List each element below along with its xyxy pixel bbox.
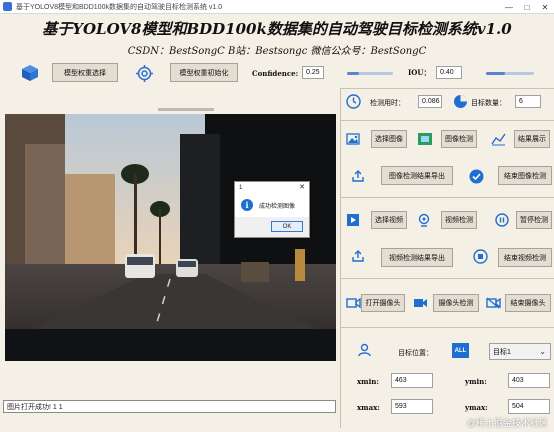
divider [340,197,554,198]
detect-video-button[interactable]: 视频检测 [441,211,477,229]
iou-slider-fill [486,72,506,75]
stop-circle-icon [472,248,488,264]
panel-handle [158,108,214,111]
stop-image-button[interactable]: 结束图像检测 [498,166,552,185]
camera-off-icon [485,295,501,311]
divider [340,120,554,121]
count-value: 6 [515,95,541,108]
xmax-label: xmax: [357,403,380,412]
confidence-spinbox[interactable]: 0.25 [302,66,324,79]
close-window-button[interactable]: ✕ [536,0,554,14]
export-icon [350,168,366,184]
camera-icon [345,295,361,311]
dialog-footer: OK [235,217,309,237]
detect-camera-button[interactable]: 摄像头检测 [433,294,479,312]
window-controls: — □ ✕ [500,0,554,14]
ymin-value: 403 [508,373,550,388]
divider [340,327,554,328]
select-video-button[interactable]: 选择视频 [371,211,407,229]
target-select-value: 目标1 [493,348,511,356]
divider [340,278,554,279]
export-icon [350,248,366,264]
app-icon [3,2,12,11]
time-label: 检测用时： [370,99,405,107]
page-title: 基于YOLOV8模型和BDD100k数据集的自动驾驶目标检测系统v1.0 [42,20,512,38]
select-image-button[interactable]: 选择图像 [371,130,407,148]
dialog-ok-button[interactable]: OK [271,221,303,232]
iou-label: IOU： [408,68,431,77]
confidence-label: Confidence: [252,69,299,78]
iou-slider[interactable] [486,72,534,75]
webcam-icon [416,212,432,228]
dialog-close-button[interactable]: ✕ [299,183,305,191]
model-select-button[interactable]: 模型权重选择 [52,63,118,82]
pause-detect-button[interactable]: 暂停检测 [516,211,552,229]
message-dialog: 1 ✕ i 成功检测图像 OK [234,181,310,238]
export-video-button[interactable]: 视频检测结果导出 [381,248,453,267]
xmin-value: 463 [391,373,433,388]
open-camera-button[interactable]: 打开摄像头 [361,294,405,312]
stop-video-button[interactable]: 结束视频检测 [498,248,552,267]
show-results-button[interactable]: 结果展示 [514,130,550,148]
dialog-body: i 成功检测图像 [235,193,309,217]
status-bar: 图片打开成功! 1 1 [3,400,336,413]
window-titlebar: 基于YOLOV8模型和BDD100k数据集的自动驾驶目标检测系统 v1.0 — … [0,0,554,14]
ymin-label: ymin: [465,377,487,386]
xmin-label: xmin: [357,377,379,386]
xmax-value: 593 [391,399,433,414]
video-camera-icon [412,295,428,311]
divider [340,88,554,89]
pie-chart-icon [452,93,468,109]
dialog-message: 成功检测图像 [259,203,296,210]
minimize-button[interactable]: — [500,0,518,14]
window-title: 基于YOLOV8模型和BDD100k数据集的自动驾驶目标检测系统 v1.0 [16,3,223,11]
check-circle-icon [468,168,484,184]
user-icon [356,342,372,358]
model-init-button[interactable]: 模型权重初始化 [170,63,238,82]
confidence-slider-fill [347,72,359,75]
image-icon [345,131,361,147]
count-label: 目标数量： [471,99,506,107]
image-detect-icon [416,131,434,147]
info-icon: i [241,199,253,211]
export-image-button[interactable]: 图像检测结果导出 [381,166,453,185]
confidence-slider[interactable] [347,72,393,75]
time-value: 0.086 [418,95,442,108]
target-settings-icon [134,63,154,83]
clock-icon [345,93,361,109]
ymax-label: ymax: [465,403,488,412]
all-targets-badge: ALL [452,343,469,358]
vertical-divider [340,88,341,428]
target-select-dropdown[interactable]: 目标1 ⌄ [489,343,551,360]
target-position-label: 目标位置： [398,349,433,357]
chevron-down-icon: ⌄ [539,347,546,356]
ymax-value: 504 [508,399,550,414]
watermark: @稀土掘金技术社区 [466,418,548,428]
dialog-title: 1 [239,184,243,191]
dialog-titlebar: 1 ✕ [235,182,309,193]
maximize-button[interactable]: □ [518,0,536,14]
video-file-icon [345,212,361,228]
close-camera-button[interactable]: 结束摄像头 [505,294,551,312]
line-chart-icon [490,131,506,147]
iou-spinbox[interactable]: 0.40 [436,66,462,79]
detect-image-button[interactable]: 图像检测 [441,130,477,148]
page-subtitle: CSDN：BestSongC B站：Bestsongc 微信公众号：BestSo… [127,46,427,57]
pause-icon [494,212,510,228]
cube-icon [20,63,40,83]
